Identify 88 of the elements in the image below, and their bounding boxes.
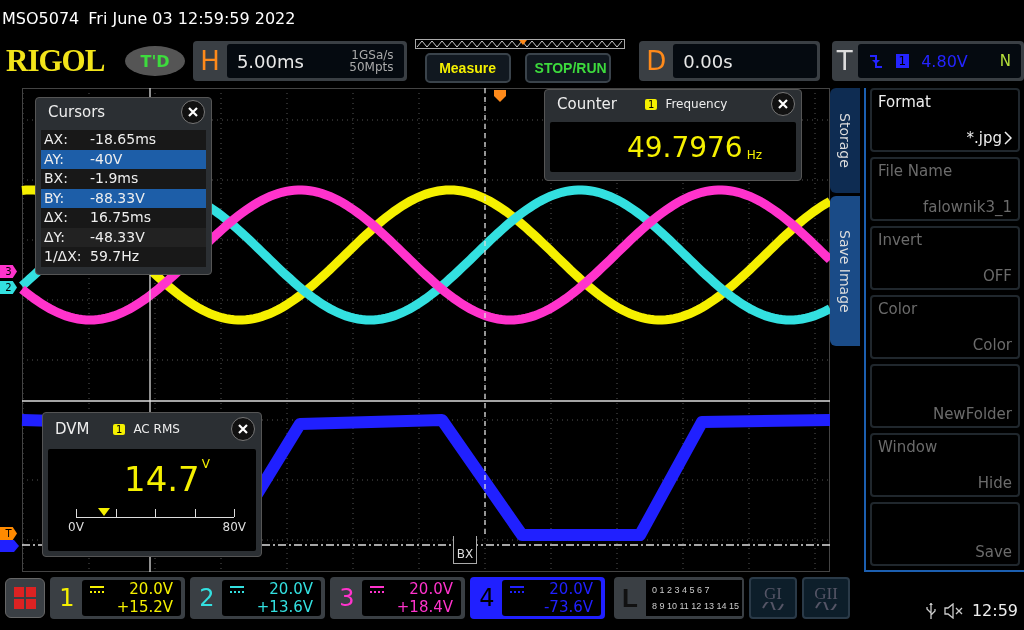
channel-offset: -73.6V — [543, 598, 593, 616]
dc-coupling-icon — [90, 586, 104, 594]
cursor-value: 16.75ms — [90, 208, 151, 227]
cursor-label: BX: — [44, 169, 69, 188]
channel-button[interactable]: 3 20.0V +18.4V — [330, 577, 465, 619]
sine-wave-icon — [815, 602, 837, 610]
scale-min: 0V — [68, 520, 84, 534]
counter-value: 49.7976 — [626, 130, 743, 164]
cursor-value: -40V — [90, 149, 123, 169]
usb-icon — [925, 602, 936, 619]
dc-coupling-icon — [230, 586, 244, 594]
falling-edge-icon — [867, 53, 884, 69]
close-button[interactable] — [181, 100, 205, 124]
channel-button[interactable]: 1 20.0V +15.2V — [50, 577, 185, 619]
cursor-value: -48.33V — [90, 227, 145, 247]
measurement-type: Frequency — [665, 97, 728, 111]
channel-marker[interactable]: 3 — [0, 265, 17, 278]
cursor-value: -18.65ms — [90, 130, 157, 149]
channel-button[interactable]: 2 20.0V +13.6V — [190, 577, 325, 619]
clock-time: 12:59 — [971, 601, 1018, 620]
dialog-title: DVM — [55, 420, 91, 438]
side-tab[interactable]: Storage — [830, 88, 860, 193]
instrument-model: MSO5074 — [2, 8, 80, 28]
grid-icon — [13, 586, 37, 610]
panel-letter: H — [199, 46, 221, 76]
measure-button[interactable]: Measure — [424, 53, 511, 83]
cursor-label: BY: — [44, 188, 66, 208]
cursor-marker[interactable]: BX — [453, 536, 477, 564]
close-icon — [188, 107, 198, 117]
dc-coupling-icon — [370, 586, 384, 594]
horizontal-panel[interactable]: H 5.00ms 1GSa/s 50Mpts — [192, 41, 407, 81]
dialog-title: Counter — [557, 95, 618, 113]
memory-depth: 50Mpts — [349, 61, 394, 73]
channel-offset: +13.6V — [256, 598, 313, 616]
cursor-label: 1/ΔX: — [44, 247, 83, 266]
mode-badge: T'D — [125, 46, 185, 76]
channel-number: 3 — [338, 584, 356, 612]
sine-wave-icon — [762, 602, 784, 610]
cursor-value: -88.33V — [90, 188, 145, 208]
mute-icon — [943, 602, 964, 619]
channel-marker-icon[interactable] — [0, 540, 19, 552]
cursor-value: 59.7Hz — [90, 247, 140, 266]
source-badge: 1 — [113, 423, 126, 435]
channel-offset: +15.2V — [116, 598, 173, 616]
dvm-value: 14.7 — [124, 458, 200, 501]
waveform-overview-icon — [414, 39, 625, 49]
date-time: Fri June 03 12:59:59 2022 — [88, 8, 296, 28]
trigger-panel[interactable]: T 1 4.80V N — [832, 41, 1024, 81]
cursor-label: AX: — [44, 130, 69, 149]
channel-number: 1 — [58, 584, 76, 612]
measurement-type: AC RMS — [133, 422, 180, 436]
close-button[interactable] — [231, 417, 255, 441]
channel-marker[interactable]: 2 — [0, 281, 17, 294]
channel-scale: 20.0V — [409, 580, 453, 598]
unit-label: V — [201, 457, 210, 473]
channel-scale: 20.0V — [549, 580, 593, 598]
cursor-value: -1.9ms — [90, 169, 139, 188]
channel-offset: +18.4V — [396, 598, 453, 616]
delay-panel[interactable]: D 0.00s — [639, 41, 820, 81]
cursor-label: ΔX: — [44, 208, 69, 227]
sweep-mode: N — [999, 52, 1011, 70]
run-stop-button[interactable]: STOP/RUN — [524, 53, 611, 83]
channel-marker[interactable]: T — [0, 527, 17, 540]
channel-scale: 20.0V — [129, 580, 173, 598]
dc-coupling-icon — [510, 586, 524, 594]
close-icon — [238, 424, 248, 434]
trigger-level: 4.80V — [921, 51, 968, 71]
channel-number: 4 — [478, 584, 496, 612]
close-icon — [778, 99, 788, 109]
cursor-label: AY: — [44, 149, 65, 169]
menu-item[interactable]: Format *.jpg — [870, 88, 1020, 152]
channel-number: 2 — [198, 584, 216, 612]
source-badge: 1 — [645, 98, 658, 110]
dialog-title: Cursors — [48, 103, 106, 121]
timebase-value: 5.00ms — [236, 50, 304, 72]
panel-letter: D — [645, 46, 668, 76]
delay-value: 0.00s — [683, 50, 733, 72]
close-button[interactable] — [771, 92, 795, 116]
channel-scale: 20.0V — [269, 580, 313, 598]
trigger-source: 1 — [895, 54, 910, 68]
side-tab[interactable]: Save Image — [830, 196, 860, 346]
cursor-label: ΔY: — [44, 227, 66, 247]
panel-letter: T — [835, 46, 854, 76]
trigger-position-icon — [494, 90, 506, 102]
scale-max: 80V — [222, 520, 246, 534]
brand-logo: RIGOL — [6, 43, 106, 79]
sample-rate: 1GSa/s — [351, 49, 394, 61]
unit-label: Hz — [746, 148, 762, 162]
